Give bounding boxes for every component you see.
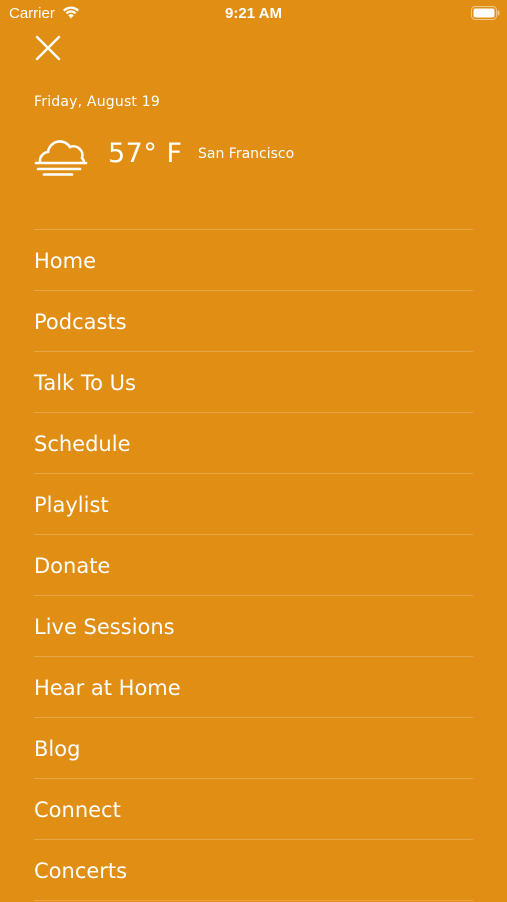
menu-item-playlist[interactable]: Playlist (34, 474, 473, 535)
menu-item-podcasts[interactable]: Podcasts (34, 291, 473, 352)
menu-item-home[interactable]: Home (34, 230, 473, 291)
close-button[interactable] (34, 34, 62, 62)
status-time: 9:21 AM (225, 5, 282, 22)
temperature: 57° F (108, 138, 183, 169)
menu-item-talk-to-us[interactable]: Talk To Us (34, 352, 473, 413)
nav-menu: Home Podcasts Talk To Us Schedule Playli… (34, 229, 473, 901)
cloud-fog-icon (34, 140, 88, 176)
menu-item-donate[interactable]: Donate (34, 535, 473, 596)
menu-item-hear-at-home[interactable]: Hear at Home (34, 657, 473, 718)
current-date: Friday, August 19 (34, 94, 160, 110)
menu-item-concerts[interactable]: Concerts (34, 840, 473, 901)
menu-item-connect[interactable]: Connect (34, 779, 473, 840)
city-name: San Francisco (198, 146, 295, 162)
status-bar: Carrier 9:21 AM (0, 0, 507, 28)
menu-item-live-sessions[interactable]: Live Sessions (34, 596, 473, 657)
menu-item-schedule[interactable]: Schedule (34, 413, 473, 474)
close-icon (35, 35, 61, 61)
menu-item-blog[interactable]: Blog (34, 718, 473, 779)
weather-widget: 57° F San Francisco (34, 134, 474, 178)
battery-icon (471, 6, 500, 20)
